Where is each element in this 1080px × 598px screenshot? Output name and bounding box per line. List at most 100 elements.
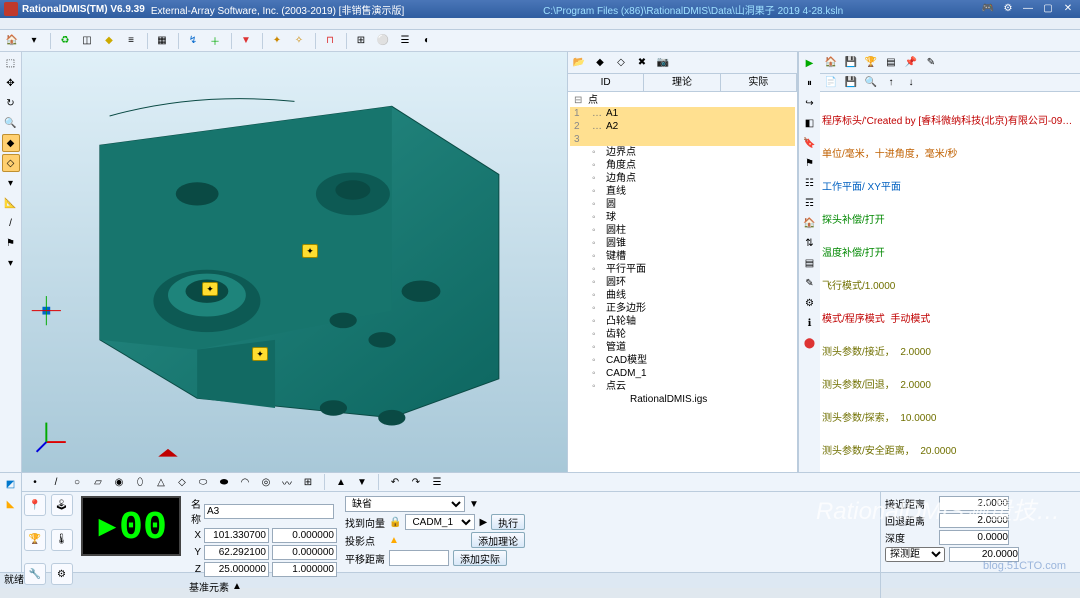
code-trophy-icon[interactable]: 🏆 <box>862 54 880 72</box>
code-home-icon[interactable]: 🏠 <box>822 54 840 72</box>
tree-category[interactable]: ◦边界点 <box>570 146 795 159</box>
name-input[interactable] <box>204 504 334 519</box>
tree-category[interactable]: ◦边角点 <box>570 172 795 185</box>
temp-icon[interactable]: 🌡 <box>51 529 73 551</box>
minimize-icon[interactable]: — <box>1020 3 1036 15</box>
code-up-icon[interactable]: ↑ <box>882 74 900 92</box>
refresh-icon[interactable]: ♻ <box>55 32 75 50</box>
code-save-icon[interactable]: 💾 <box>842 54 860 72</box>
tree-del-icon[interactable]: ✖ <box>633 54 651 72</box>
tree-category[interactable]: ◦圆柱 <box>570 224 795 237</box>
bt-arc-icon[interactable]: ◠ <box>236 473 254 491</box>
list-icon[interactable]: ≡ <box>121 32 141 50</box>
comp-select[interactable]: 缺省 <box>345 496 465 512</box>
yd-input[interactable] <box>272 545 337 560</box>
opt-select[interactable]: 探测距 <box>885 547 945 562</box>
add-actual-button[interactable]: 添加实际 <box>453 550 507 566</box>
exec-button[interactable]: 执行 <box>491 514 525 530</box>
gold-cube-icon[interactable]: ◆ <box>99 32 119 50</box>
z-input[interactable] <box>204 562 269 577</box>
add-icon[interactable]: ＋ <box>205 32 225 50</box>
pause-icon[interactable]: ⏸ <box>801 74 819 92</box>
sub-icon[interactable]: ◧ <box>801 114 819 132</box>
bp-cube-icon[interactable]: ◩ <box>2 475 20 493</box>
tree-category[interactable]: ◦圆 <box>570 198 795 211</box>
tree-category[interactable]: ◦圆锥 <box>570 237 795 250</box>
code-down-icon[interactable]: ↓ <box>902 74 920 92</box>
joystick-icon[interactable]: 🕹 <box>51 494 73 516</box>
tree-category[interactable]: ◦正多边形 <box>570 302 795 315</box>
tree-tool1-icon[interactable]: ◆ <box>591 54 609 72</box>
3d-viewport[interactable]: ✦ ✦ ✦ <box>22 52 568 472</box>
pick2-icon[interactable]: ◇ <box>2 154 20 172</box>
tree-category[interactable]: ◦键槽 <box>570 250 795 263</box>
arrow-down-icon[interactable]: ▼ <box>236 32 256 50</box>
wand-icon[interactable]: ✎ <box>801 274 819 292</box>
rotate-icon[interactable]: ↻ <box>2 94 20 112</box>
marker-a3[interactable]: ✦ <box>252 347 268 361</box>
probe-icon[interactable]: ⚪ <box>373 32 393 50</box>
bt-a-icon[interactable]: ▲ <box>332 473 350 491</box>
measure-icon[interactable]: 📐 <box>2 194 20 212</box>
wire-icon[interactable]: ⊞ <box>351 32 371 50</box>
tree-category[interactable]: ◦圆环 <box>570 276 795 289</box>
bp-tri-icon[interactable]: ◣ <box>2 495 20 513</box>
bt-pln-icon[interactable]: ▱ <box>89 473 107 491</box>
info-icon[interactable]: ℹ <box>801 314 819 332</box>
play-icon[interactable]: ▶ <box>801 54 819 72</box>
down-icon[interactable]: ▾ <box>24 32 44 50</box>
tree-category[interactable]: ◦直线 <box>570 185 795 198</box>
gear2-icon[interactable]: ⚙ <box>801 294 819 312</box>
bt-redo-icon[interactable]: ↷ <box>407 473 425 491</box>
zoom-icon[interactable]: 🔍 <box>2 114 20 132</box>
probe-icon-btn[interactable]: 📍 <box>24 494 46 516</box>
sheet-icon[interactable]: ▤ <box>801 254 819 272</box>
tree-category[interactable]: ◦齿轮 <box>570 328 795 341</box>
select-icon[interactable]: ⬚ <box>2 54 20 72</box>
tree-tool2-icon[interactable]: ◇ <box>612 54 630 72</box>
flag2-icon[interactable]: ⚑ <box>801 154 819 172</box>
record-icon[interactable]: ⬤ <box>801 334 819 352</box>
lock-icon[interactable]: 🔒 <box>389 517 401 528</box>
tree-category[interactable]: ◦凸轮轴 <box>570 315 795 328</box>
bt-cyl-icon[interactable]: ⬯ <box>131 473 149 491</box>
tree-category[interactable]: ◦CAD模型 <box>570 354 795 367</box>
layers-icon[interactable]: ☰ <box>395 32 415 50</box>
tree-category[interactable]: ◦管道 <box>570 341 795 354</box>
bt-ln-icon[interactable]: / <box>47 473 65 491</box>
cube-icon[interactable]: ◫ <box>77 32 97 50</box>
code-find-icon[interactable]: 🔍 <box>862 74 880 92</box>
pan-icon[interactable]: ✥ <box>2 74 20 92</box>
home-icon[interactable]: 🏠 <box>2 32 22 50</box>
program-listing[interactable]: 程序标头/'Created by [睿科微纳科技(北京)有限公司-09… 单位/… <box>820 92 1080 472</box>
tree-cadfile[interactable]: RationalDMIS.igs <box>630 393 707 406</box>
bt-b-icon[interactable]: ▼ <box>353 473 371 491</box>
tree-category[interactable]: ◦点云 <box>570 380 795 393</box>
arrows-icon[interactable]: ⇅ <box>801 234 819 252</box>
bt-grp-icon[interactable]: ⊞ <box>299 473 317 491</box>
bt-con-icon[interactable]: △ <box>152 473 170 491</box>
bookmark-icon[interactable]: 🔖 <box>801 134 819 152</box>
maximize-icon[interactable]: ▢ <box>1040 3 1056 15</box>
marker-a1[interactable]: ✦ <box>302 244 318 258</box>
code-new-icon[interactable]: 📄 <box>822 74 840 92</box>
more-icon[interactable]: ▾ <box>2 174 20 192</box>
flag-icon[interactable]: ⚑ <box>2 234 20 252</box>
gamepad-icon[interactable]: 🎮 <box>980 3 996 15</box>
bt-dia-icon[interactable]: ◇ <box>173 473 191 491</box>
bt-pt-icon[interactable]: • <box>26 473 44 491</box>
retract-input[interactable] <box>939 513 1009 528</box>
tree-open-icon[interactable]: 📂 <box>570 54 588 72</box>
tree-category[interactable]: ◦平行平面 <box>570 263 795 276</box>
add-nominal-button[interactable]: 添加理论 <box>471 532 525 548</box>
dd-icon[interactable]: ▼ <box>469 499 479 510</box>
bt-undo-icon[interactable]: ↶ <box>386 473 404 491</box>
depth-input[interactable] <box>939 530 1009 545</box>
magnet-icon[interactable]: ⊓ <box>320 32 340 50</box>
tools-icon[interactable]: ⚙ <box>1000 3 1016 15</box>
bt-ell-icon[interactable]: ⬬ <box>215 473 233 491</box>
code-sheet-icon[interactable]: ▤ <box>882 54 900 72</box>
config2-icon[interactable]: ✧ <box>289 32 309 50</box>
step-icon[interactable]: ↪ <box>801 94 819 112</box>
code-disk-icon[interactable]: 💾 <box>842 74 860 92</box>
